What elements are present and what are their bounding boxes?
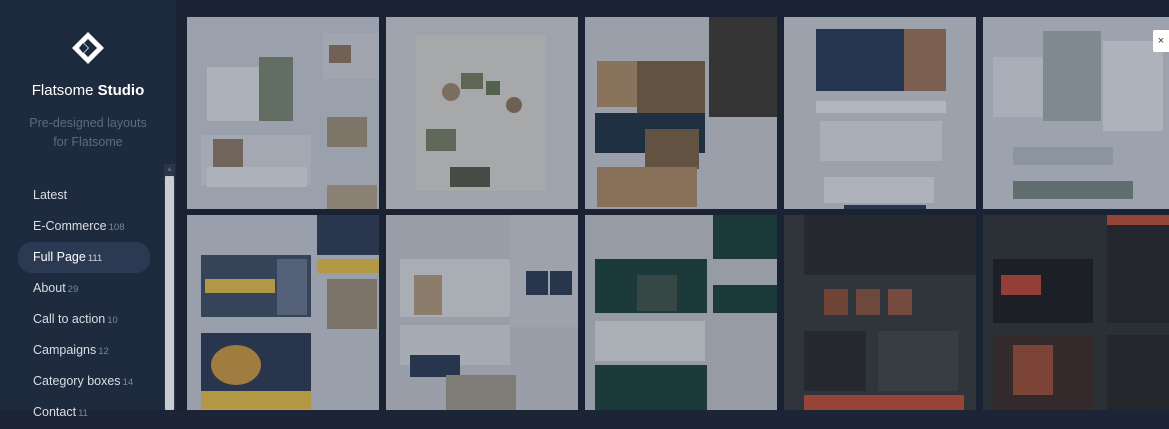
layout-thumbnail[interactable] [386, 215, 578, 410]
category-nav: Latest E-Commerce 108 Full Page 111 About 2… [18, 180, 150, 428]
layout-thumbnail[interactable] [983, 215, 1169, 410]
nav-item-label: Campaigns [33, 343, 97, 357]
nav-item-count: 111 [87, 253, 103, 264]
nav-item-call-to-action[interactable]: Call to action 10 [18, 304, 150, 335]
nav-item-latest[interactable]: Latest [18, 180, 150, 211]
nav-item-label: E-Commerce [33, 219, 107, 233]
nav-item-e-commerce[interactable]: E-Commerce 108 [18, 211, 150, 242]
brand-regular: Flatsome [31, 82, 94, 99]
nav-item-full-page[interactable]: Full Page 111 [18, 242, 150, 273]
nav-item-count: 10 [107, 315, 118, 326]
layout-thumbnail[interactable] [585, 17, 777, 209]
nav-item-label: Call to action [33, 312, 106, 326]
scrollbar-thumb[interactable] [165, 176, 174, 410]
brand-bold: Studio [97, 82, 145, 99]
nav-item-count: 12 [98, 346, 109, 357]
nav-item-campaigns[interactable]: Campaigns 12 [18, 335, 150, 366]
nav-item-count: 14 [122, 377, 134, 388]
scroll-up-icon[interactable]: ▲ [166, 165, 173, 174]
nav-item-category-boxes[interactable]: Category boxes 14 [18, 366, 150, 397]
nav-item-label: Full Page [33, 250, 86, 264]
nav-item-count: 108 [108, 222, 125, 233]
brand-name: Flatsome Studio [0, 82, 176, 99]
layout-thumbnail[interactable] [784, 215, 976, 410]
layout-thumbnail[interactable] [187, 17, 379, 209]
nav-item-count: 29 [67, 284, 79, 295]
tagline: Pre-designed layouts for Flatsome [0, 114, 176, 152]
close-button[interactable]: × [1153, 30, 1169, 52]
flatsome-logo-icon [72, 32, 104, 64]
nav-item-label: Contact [33, 405, 77, 419]
layout-grid [180, 8, 1169, 410]
layout-thumbnail[interactable] [386, 17, 578, 209]
layout-thumbnail[interactable] [585, 215, 777, 410]
layout-thumbnail[interactable] [784, 17, 976, 209]
nav-item-label: Latest [33, 188, 68, 202]
nav-item-contact[interactable]: Contact 11 [18, 397, 150, 428]
nav-item-label: Category boxes [33, 374, 121, 388]
layout-thumbnail[interactable] [983, 17, 1169, 209]
sidebar: Flatsome Studio Pre-designed layouts for… [0, 0, 176, 419]
nav-item-label: About [33, 281, 66, 295]
nav-item-about[interactable]: About 29 [18, 273, 150, 304]
tagline-line2: for Flatsome [53, 135, 123, 149]
tagline-line1: Pre-designed layouts [29, 116, 147, 130]
layout-thumbnail[interactable] [187, 215, 379, 410]
